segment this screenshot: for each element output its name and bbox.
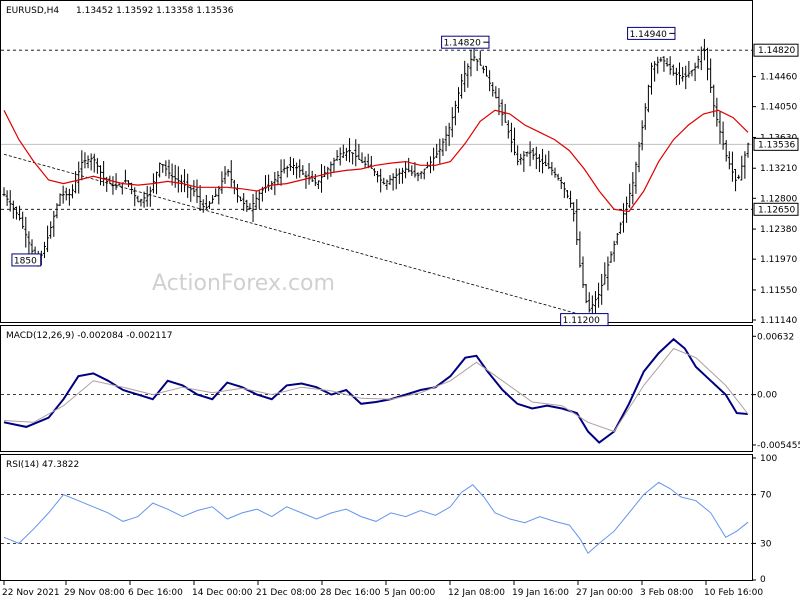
price-tick-label: 1.13210 [760,164,797,174]
price-annotation-label: 1.14820 [444,39,481,49]
price-annotation-label: 1.14940 [630,30,667,40]
price-tick-label: 1.14460 [760,73,797,83]
x-tick-label: 29 Nov 08:00 [64,588,125,598]
x-tick-label: 5 Jan 00:00 [384,588,436,598]
macd-tick-label: -0.005455 [757,441,800,451]
current-price-label: 1.13536 [758,140,795,150]
price-tick-label: 1.11140 [760,316,797,326]
x-tick-label: 3 Feb 08:00 [640,588,694,598]
x-tick-label: 6 Dec 16:00 [128,588,183,598]
header-ohlc: 1.13452 1.13592 1.13358 1.13536 [76,6,234,16]
x-tick-label: 27 Jan 00:00 [576,588,633,598]
x-tick-label: 19 Jan 16:00 [512,588,569,598]
price-annotation-label: 1.11200 [563,316,600,326]
rsi-title: RSI(14) 47.3822 [6,460,79,470]
price-tick-label: 1.11970 [760,255,797,265]
rsi-tick-label: 0 [760,575,766,585]
price-pane [0,0,753,323]
chart-svg: ActionForex.com 1.14820 1.14940 1.11200 185… [0,0,800,598]
x-tick-label: 10 Feb 16:00 [704,588,763,598]
price-annotation-label: 1850 [14,256,37,266]
macd-tick-label: 0.00 [757,391,777,401]
price-tick-label: 1.14050 [760,103,797,113]
x-tick-label: 28 Dec 16:00 [320,588,381,598]
price-tick-label: 1.11550 [760,286,797,296]
rsi-pane [0,454,753,581]
level-price-label: 1.14820 [758,46,795,56]
level-price-label: 1.12650 [758,205,795,215]
x-tick-label: 14 Dec 00:00 [192,588,253,598]
rsi-tick-label: 30 [760,539,772,549]
x-tick-label: 21 Dec 08:00 [256,588,317,598]
price-tick-label: 1.12380 [760,225,797,235]
x-tick-label: 12 Jan 08:00 [448,588,505,598]
watermark: ActionForex.com [152,271,335,296]
macd-tick-label: 0.00632 [757,332,794,342]
header-symbol: EURUSD,H4 [6,6,59,16]
rsi-tick-label: 70 [760,491,772,501]
rsi-tick-label: 100 [760,454,777,464]
macd-title: MACD(12,26,9) -0.002084 -0.002117 [6,331,172,341]
macd-pane [0,325,753,452]
x-tick-label: 22 Nov 2021 [2,588,60,598]
